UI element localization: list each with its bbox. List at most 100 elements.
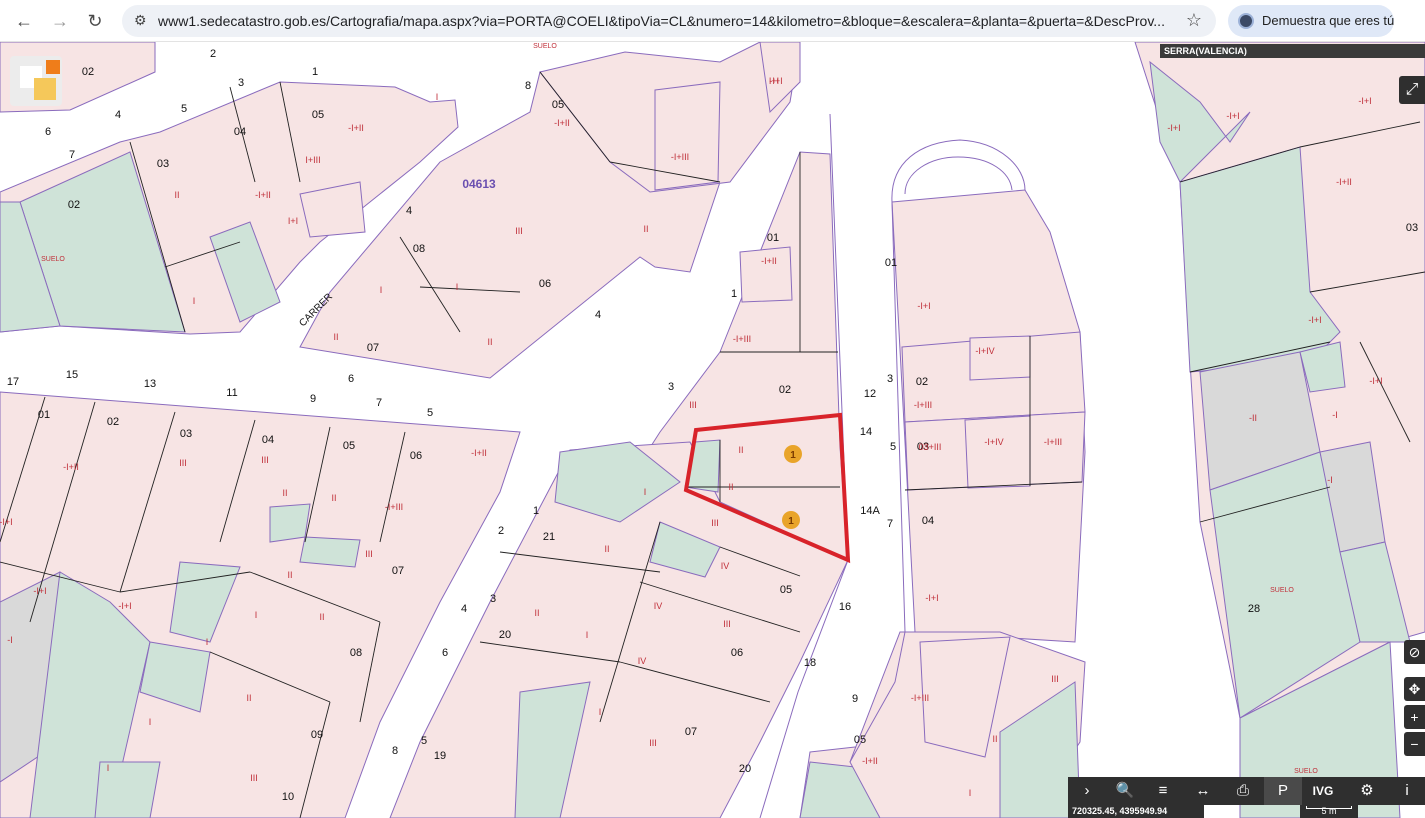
- construction-label: III: [250, 773, 258, 783]
- map-canvas[interactable]: 1 1 CARRER 0221364 5705040302805046134080…: [0, 42, 1425, 818]
- green-parcel[interactable]: [94, 761, 161, 818]
- verify-chip-label: Demuestra que eres tú: [1262, 13, 1395, 28]
- pan-icon[interactable]: ✥: [1404, 677, 1425, 701]
- map-label: 7: [69, 149, 75, 161]
- map-label: 05: [343, 440, 355, 452]
- construction-label: I: [206, 637, 209, 647]
- construction-label: -I+II: [1336, 177, 1352, 187]
- construction-label: SUELO: [533, 43, 557, 50]
- green-parcel[interactable]: [299, 536, 361, 568]
- map-label: 12: [864, 388, 876, 400]
- fullscreen-icon[interactable]: ⤢: [1399, 76, 1425, 104]
- construction-label: -I+I: [118, 601, 131, 611]
- site-settings-icon[interactable]: ⚙: [134, 12, 147, 29]
- map-label: 04: [922, 515, 934, 527]
- map-label: 4: [595, 309, 601, 321]
- map-label: 18: [804, 657, 816, 669]
- map-label: 7: [376, 397, 382, 409]
- address-bar[interactable]: ⚙ www1.sedecatastro.gob.es/Cartografia/m…: [122, 5, 1216, 37]
- expand-toolbar-icon[interactable]: ›: [1068, 777, 1106, 805]
- construction-label: -I+I: [33, 586, 46, 596]
- map-label: 08: [413, 243, 425, 255]
- scale-bar: 5 m: [1300, 805, 1358, 818]
- cadastral-map[interactable]: 1 1 CARRER 02 2 1 3 6 4 5 7 05 04 03 02 8 05 04613 4 08 0…: [0, 42, 1425, 818]
- construction-label: -I+II: [554, 118, 570, 128]
- construction-label: -I+I: [1308, 315, 1321, 325]
- construction-label: II: [333, 332, 338, 342]
- construction-label: -I+I: [1167, 123, 1180, 133]
- construction-label: I: [456, 282, 459, 292]
- construction-label: SUELO: [1294, 768, 1318, 775]
- layers-toggle-icon[interactable]: ⊘: [1404, 640, 1425, 664]
- reload-icon[interactable]: ↻: [83, 9, 107, 33]
- layers-icon[interactable]: ≡: [1144, 777, 1182, 805]
- url-text[interactable]: www1.sedecatastro.gob.es/Cartografia/map…: [158, 13, 1170, 29]
- construction-label: -I+I: [0, 517, 13, 527]
- construction-label: -I+I: [917, 301, 930, 311]
- measure-icon[interactable]: ↔: [1184, 777, 1222, 805]
- map-label: 07: [367, 342, 379, 354]
- map-label: 05: [312, 109, 324, 121]
- catastro-logo[interactable]: [10, 56, 62, 106]
- map-label: 21: [543, 531, 555, 543]
- map-label: 02: [82, 66, 94, 78]
- map-label: 5: [181, 103, 187, 115]
- verify-chip[interactable]: Demuestra que eres tú: [1228, 5, 1394, 37]
- construction-label: III: [1051, 674, 1059, 684]
- map-label: 02: [916, 376, 928, 388]
- construction-label: II: [287, 570, 292, 580]
- map-label: 06: [731, 647, 743, 659]
- parcel[interactable]: [654, 81, 721, 191]
- map-label: 09: [311, 729, 323, 741]
- map-label: 4: [461, 603, 467, 615]
- map-label: 4: [115, 109, 121, 121]
- ivg-button[interactable]: IVG: [1304, 777, 1342, 805]
- settings-icon[interactable]: ⚙: [1348, 777, 1386, 805]
- map-label: 15: [66, 369, 78, 381]
- construction-label: IV: [654, 601, 663, 611]
- map-label: 08: [350, 647, 362, 659]
- map-label: 05: [552, 99, 564, 111]
- bookmark-star-icon[interactable]: ☆: [1186, 10, 1202, 31]
- map-label: 05: [780, 584, 792, 596]
- construction-label: III: [689, 400, 697, 410]
- svg-text:1: 1: [790, 450, 796, 461]
- parcel[interactable]: [969, 335, 1031, 381]
- map-label: 1: [312, 66, 318, 78]
- map-label: 4: [406, 205, 412, 217]
- print-icon[interactable]: ⎙: [1224, 777, 1262, 805]
- construction-label: I: [586, 630, 589, 640]
- construction-label: -I+II: [761, 256, 777, 266]
- map-label: 19: [434, 750, 446, 762]
- construction-label: I: [969, 788, 972, 798]
- parcel-tool-icon[interactable]: P: [1264, 777, 1302, 805]
- map-label: 05: [854, 734, 866, 746]
- construction-label: I: [107, 763, 110, 773]
- construction-label: II: [282, 488, 287, 498]
- map-label: 10: [282, 791, 294, 803]
- construction-label: -I+I: [1358, 96, 1371, 106]
- info-icon[interactable]: i: [1388, 777, 1425, 805]
- construction-label: -I+III: [911, 693, 929, 703]
- forward-arrow-icon[interactable]: →: [48, 9, 72, 33]
- construction-label: IV: [638, 656, 647, 666]
- search-icon[interactable]: 🔍: [1106, 777, 1144, 805]
- construction-label: II: [174, 190, 179, 200]
- parcel[interactable]: [964, 415, 1031, 489]
- map-label: 07: [392, 565, 404, 577]
- zoom-in-icon[interactable]: +: [1404, 705, 1425, 729]
- map-label: 2: [210, 48, 216, 60]
- map-label: 7: [887, 518, 893, 530]
- back-arrow-icon[interactable]: ←: [12, 9, 36, 33]
- construction-label: II: [728, 482, 733, 492]
- green-parcel[interactable]: [269, 503, 311, 543]
- construction-label: II: [992, 734, 997, 744]
- zoom-out-icon[interactable]: −: [1404, 732, 1425, 756]
- map-label: 8: [392, 745, 398, 757]
- map-label: 06: [539, 278, 551, 290]
- map-label: 13: [144, 378, 156, 390]
- construction-label: III: [711, 518, 719, 528]
- map-label: 28: [1248, 603, 1260, 615]
- map-label: 3: [668, 381, 674, 393]
- map-label: 03: [1406, 222, 1418, 234]
